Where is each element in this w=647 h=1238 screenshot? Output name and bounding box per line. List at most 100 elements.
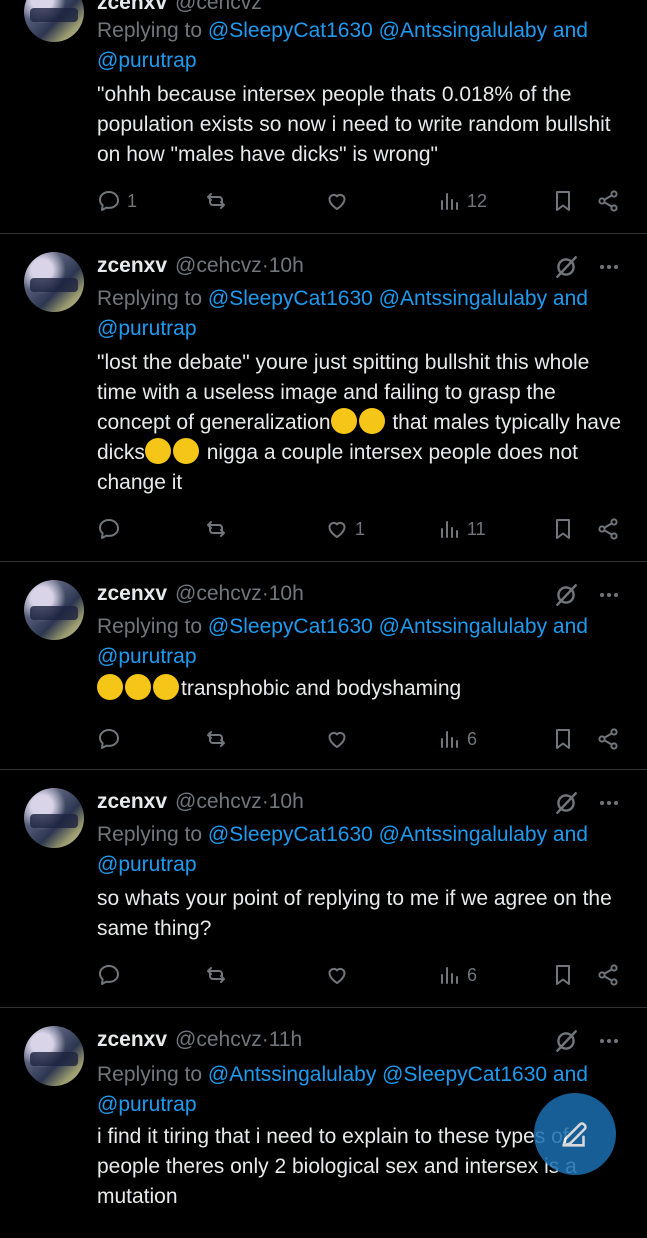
avatar[interactable] [24,1026,84,1086]
tweet-top-actions [553,1028,621,1054]
display-name[interactable]: zcenxv [97,0,167,15]
handle[interactable]: @cehcvz [175,582,262,606]
display-name[interactable]: zcenxv [97,1028,167,1052]
reply-button[interactable]: 1 [97,186,137,216]
tweet[interactable]: zcenxv @cehcvz · 10h Replying to @Sleepy… [0,234,647,562]
views-icon [437,517,461,541]
mention-links[interactable]: @SleepyCat1630 @Antssingalulaby and [208,287,588,310]
mention-link[interactable]: @purutrap [97,853,197,876]
joy-emoji-icon [172,438,199,464]
bookmark-icon [551,963,575,987]
display-name[interactable]: zcenxv [97,790,167,814]
display-name[interactable]: zcenxv [97,254,167,278]
grok-icon[interactable] [553,790,579,816]
tweet-actions: 6 [97,960,623,990]
like-icon [325,963,349,987]
grok-icon[interactable] [553,582,579,608]
retweet-button[interactable] [204,514,228,544]
share-button[interactable] [596,724,620,754]
rofl-emoji-icon [358,408,385,434]
retweet-button[interactable] [204,186,228,216]
replying-to: Replying to @SleepyCat1630 @Antssingalul… [97,820,627,880]
compose-button[interactable] [534,1093,616,1175]
tweet[interactable]: zcenxv @cehcvz Replying to @SleepyCat163… [0,0,647,234]
mention-link[interactable]: @purutrap [97,1093,197,1116]
views-count: 11 [467,518,486,539]
bookmark-icon [551,517,575,541]
rofl-emoji-icon [330,408,357,434]
like-button[interactable] [325,186,349,216]
compose-icon [562,1122,587,1147]
mention-links[interactable]: @SleepyCat1630 @Antssingalulaby and [208,19,588,42]
avatar[interactable] [24,788,84,848]
bookmark-button[interactable] [551,960,575,990]
views-button[interactable]: 6 [437,724,477,754]
like-button[interactable] [325,724,349,754]
more-icon[interactable] [597,583,621,607]
mention-link[interactable]: @purutrap [97,49,197,72]
share-icon [596,517,620,541]
tweet-header: zcenxv @cehcvz · 10h [97,251,304,281]
retweet-button[interactable] [204,724,228,754]
handle[interactable]: @cehcvz [175,0,262,15]
replying-to-label: Replying to [97,19,208,42]
separator: · [261,254,269,277]
bookmark-button[interactable] [551,514,575,544]
separator: · [261,1028,269,1051]
replying-to-label: Replying to [97,823,208,846]
tweet-actions: 6 [97,724,623,754]
replying-to: Replying to @SleepyCat1630 @Antssingalul… [97,612,627,672]
like-count: 1 [355,518,366,539]
bookmark-button[interactable] [551,724,575,754]
more-icon[interactable] [597,1029,621,1053]
share-button[interactable] [596,514,620,544]
views-button[interactable]: 6 [437,960,477,990]
replying-to-label: Replying to [97,615,208,638]
avatar[interactable] [24,0,84,42]
retweet-button[interactable] [204,960,228,990]
timestamp[interactable]: 10h [269,254,304,278]
tweet-top-actions [553,582,621,608]
tweet-actions: 1 11 [97,514,623,544]
reply-button[interactable] [97,724,121,754]
share-button[interactable] [596,960,620,990]
like-icon [325,517,349,541]
avatar[interactable] [24,252,84,312]
like-button[interactable]: 1 [325,514,365,544]
more-icon[interactable] [597,255,621,279]
reply-button[interactable] [97,514,121,544]
crying-emoji-icon [97,674,123,700]
timestamp[interactable]: 10h [269,790,304,814]
mention-link[interactable]: @purutrap [97,645,197,668]
grok-icon[interactable] [553,1028,579,1054]
tweet[interactable]: zcenxv @cehcvz · 10h Replying to @Sleepy… [0,770,647,1008]
tweet-header: zcenxv @cehcvz · 10h [97,787,304,817]
mention-links[interactable]: @SleepyCat1630 @Antssingalulaby and [208,615,588,638]
views-icon [437,727,461,751]
reply-button[interactable] [97,960,121,990]
display-name[interactable]: zcenxv [97,582,167,606]
timestamp[interactable]: 10h [269,582,304,606]
grok-icon[interactable] [553,254,579,280]
timestamp[interactable]: 11h [269,1028,302,1052]
mention-link[interactable]: @purutrap [97,317,197,340]
handle[interactable]: @cehcvz [175,790,262,814]
avatar[interactable] [24,580,84,640]
like-icon [325,189,349,213]
bookmark-button[interactable] [551,186,575,216]
handle[interactable]: @cehcvz [175,254,262,278]
mention-links[interactable]: @SleepyCat1630 @Antssingalulaby and [208,823,588,846]
more-icon[interactable] [597,791,621,815]
views-icon [437,189,461,213]
reply-icon [97,727,121,751]
like-button[interactable] [325,960,349,990]
views-button[interactable]: 11 [437,514,486,544]
views-button[interactable]: 12 [437,186,487,216]
retweet-icon [204,963,228,987]
tweet-actions: 1 12 [97,186,623,216]
like-icon [325,727,349,751]
share-button[interactable] [596,186,620,216]
tweet[interactable]: zcenxv @cehcvz · 10h Replying to @Sleepy… [0,562,647,770]
mention-links[interactable]: @Antssingalulaby @SleepyCat1630 and [208,1063,588,1086]
handle[interactable]: @cehcvz [175,1028,262,1052]
